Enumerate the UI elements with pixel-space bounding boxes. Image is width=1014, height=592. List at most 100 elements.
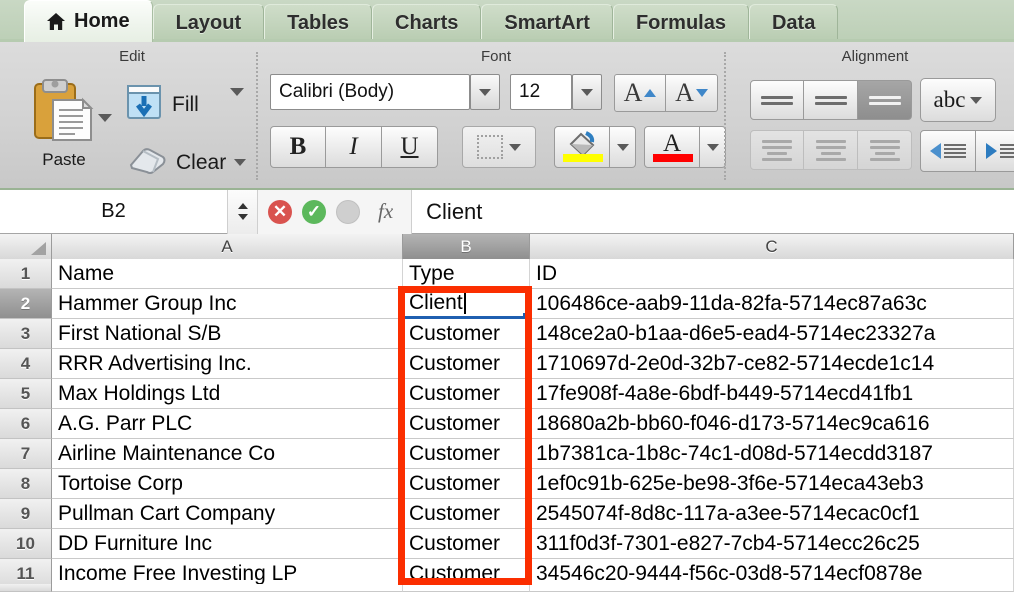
cell-c12[interactable] (530, 584, 1014, 592)
align-bottom-button[interactable] (858, 130, 912, 170)
insert-function-button[interactable]: fx (370, 199, 401, 224)
increase-indent-button[interactable] (976, 130, 1014, 172)
ribbon-group-edit: Edit Paste Fill Clear (8, 42, 258, 190)
font-color-button[interactable]: A (644, 126, 700, 168)
formula-bar-buttons: ✕ ✓ fx (258, 189, 413, 234)
cell-a2[interactable]: Hammer Group Inc (52, 289, 403, 319)
cell-a8[interactable]: Tortoise Corp (52, 469, 403, 499)
cell-c7[interactable]: 1b7381ca-1b8c-74c1-d08d-5714ecdd3187 (530, 439, 1014, 469)
row-header[interactable]: 3 (0, 319, 52, 349)
fill-color-swatch (563, 154, 603, 162)
cell-b5[interactable]: Customer (403, 379, 530, 409)
fill-color-button[interactable] (554, 126, 610, 168)
paste-dropdown-arrow[interactable] (98, 114, 112, 140)
tab-home[interactable]: Home (24, 0, 153, 42)
cell-a6[interactable]: A.G. Parr PLC (52, 409, 403, 439)
underline-button[interactable]: U (382, 126, 438, 168)
cell-c5[interactable]: 17fe908f-4a8e-6bdf-b449-5714ecd41fb1 (530, 379, 1014, 409)
fill-dropdown-arrow[interactable] (230, 88, 244, 114)
chevron-down-icon (234, 159, 247, 166)
cell-b2[interactable]: Client (403, 289, 530, 319)
cell-b1[interactable]: Type (403, 259, 530, 289)
row-header[interactable]: 9 (0, 499, 52, 529)
cell-a4[interactable]: RRR Advertising Inc. (52, 349, 403, 379)
row-header[interactable] (0, 584, 52, 592)
formula-input[interactable]: Client (412, 199, 1014, 225)
paste-button[interactable]: Paste (28, 78, 100, 178)
clear-button[interactable]: Clear (126, 146, 247, 179)
font-size-input[interactable]: 12 (510, 74, 572, 110)
paste-label: Paste (42, 150, 86, 169)
row-header[interactable]: 2 (0, 289, 52, 319)
tab-data[interactable]: Data (748, 4, 839, 42)
cell-a10[interactable]: DD Furniture Inc (52, 529, 403, 559)
cell-c10[interactable]: 311f0d3f-7301-e827-7cb4-5714ecc26c25 (530, 529, 1014, 559)
column-header-c[interactable]: C (530, 234, 1014, 259)
cell-a1[interactable]: Name (52, 259, 403, 289)
row-header[interactable]: 7 (0, 439, 52, 469)
name-box-stepper[interactable] (228, 189, 258, 234)
cell-a9[interactable]: Pullman Cart Company (52, 499, 403, 529)
cell-b12[interactable] (403, 584, 530, 592)
cell-b7[interactable]: Customer (403, 439, 530, 469)
font-color-dropdown[interactable] (700, 126, 726, 168)
ribbon: Edit Paste Fill Clear Font Calibri (Body… (0, 42, 1014, 190)
fill-button[interactable]: Fill (126, 84, 199, 125)
cell-c8[interactable]: 1ef0c91b-625e-be98-3f6e-5714eca43eb3 (530, 469, 1014, 499)
align-middle-button[interactable] (804, 130, 858, 170)
text-lines-icon (999, 144, 1014, 158)
decrease-indent-button[interactable] (920, 130, 976, 172)
cell-a3[interactable]: First National S/B (52, 319, 403, 349)
row-header[interactable]: 5 (0, 379, 52, 409)
row-header[interactable]: 1 (0, 259, 52, 289)
select-all-corner[interactable] (0, 234, 52, 259)
cell-c3[interactable]: 148ce2a0-b1aa-d6e5-ead4-5714ec23327a (530, 319, 1014, 349)
cell-b6[interactable]: Customer (403, 409, 530, 439)
group-title-edit: Edit (119, 48, 145, 65)
row-header[interactable]: 4 (0, 349, 52, 379)
tab-layout[interactable]: Layout (152, 4, 265, 42)
font-name-input[interactable]: Calibri (Body) (270, 74, 470, 110)
cell-a5[interactable]: Max Holdings Ltd (52, 379, 403, 409)
cell-c4[interactable]: 1710697d-2e0d-32b7-ce82-5714ecde1c14 (530, 349, 1014, 379)
font-size-dropdown[interactable] (572, 74, 602, 110)
fill-color-dropdown[interactable] (610, 126, 636, 168)
name-box[interactable]: B2 (0, 189, 228, 234)
decrease-font-size-button[interactable]: A (666, 74, 718, 112)
row-header[interactable]: 10 (0, 529, 52, 559)
column-header-a[interactable]: A (52, 234, 403, 259)
line (761, 95, 793, 99)
cell-a12[interactable] (52, 584, 403, 592)
fill-handle[interactable] (523, 313, 529, 316)
align-center-button[interactable] (804, 80, 858, 120)
increase-font-size-button[interactable]: A (614, 74, 666, 112)
row-header[interactable]: 8 (0, 469, 52, 499)
column-header-b[interactable]: B (403, 234, 530, 259)
cell-b10[interactable]: Customer (403, 529, 530, 559)
tab-formulas[interactable]: Formulas (612, 4, 749, 42)
align-top-button[interactable] (750, 130, 804, 170)
align-right-button[interactable] (858, 80, 912, 120)
cell-b9[interactable]: Customer (403, 499, 530, 529)
table-row: 9 Pullman Cart Company Customer 2545074f… (0, 499, 1014, 529)
align-left-button[interactable] (750, 80, 804, 120)
cancel-edit-button[interactable]: ✕ (268, 199, 292, 224)
tab-tables[interactable]: Tables (264, 4, 373, 42)
cell-b3[interactable]: Customer (403, 319, 530, 349)
row-header[interactable]: 6 (0, 409, 52, 439)
cell-c9[interactable]: 2545074f-8d8c-117a-a3ee-5714ecac0cf1 (530, 499, 1014, 529)
bold-button[interactable]: B (270, 126, 326, 168)
font-name-dropdown[interactable] (470, 74, 500, 110)
tab-smartart[interactable]: SmartArt (481, 4, 613, 42)
italic-button[interactable]: I (326, 126, 382, 168)
borders-button[interactable] (462, 126, 536, 168)
confirm-edit-button[interactable]: ✓ (302, 199, 326, 224)
cell-c6[interactable]: 18680a2b-bb60-f046-d173-5714ec9ca616 (530, 409, 1014, 439)
cell-b8[interactable]: Customer (403, 469, 530, 499)
tab-charts[interactable]: Charts (372, 4, 482, 42)
wrap-text-button[interactable]: abc (920, 78, 996, 122)
cell-a7[interactable]: Airline Maintenance Co (52, 439, 403, 469)
cell-c1[interactable]: ID (530, 259, 1014, 289)
cell-b4[interactable]: Customer (403, 349, 530, 379)
cell-c2[interactable]: 106486ce-aab9-11da-82fa-5714ec87a63c (530, 289, 1014, 319)
